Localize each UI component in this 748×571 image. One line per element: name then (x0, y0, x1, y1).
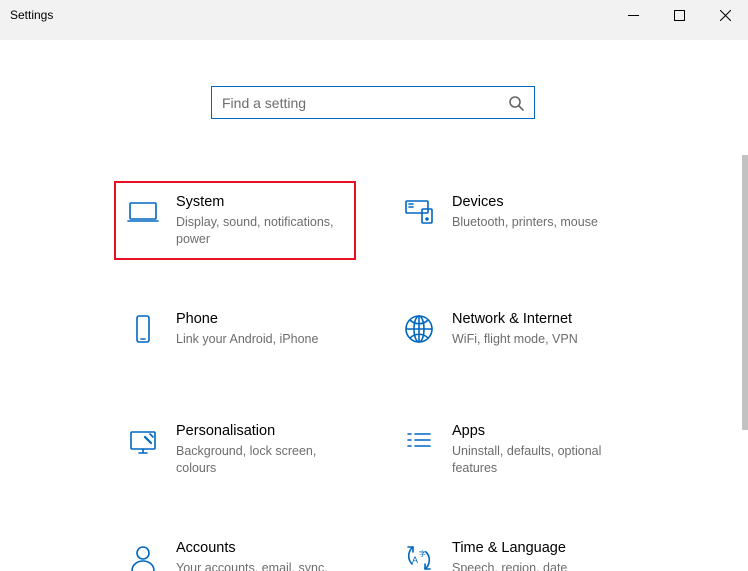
tile-devices[interactable]: Devices Bluetooth, printers, mouse (390, 181, 632, 260)
network-icon (402, 312, 436, 346)
tile-description: Background, lock screen, colours (176, 443, 342, 477)
minimize-button[interactable] (610, 0, 656, 30)
subbar (0, 30, 748, 40)
system-icon (126, 195, 160, 229)
window-title: Settings (10, 8, 53, 22)
tile-title: Time & Language (452, 539, 567, 557)
window-controls (610, 0, 748, 30)
time-language-icon (402, 541, 436, 571)
tile-description: Your accounts, email, sync, work, family (176, 560, 342, 571)
tile-accounts[interactable]: Accounts Your accounts, email, sync, work… (114, 527, 356, 571)
tile-description: WiFi, flight mode, VPN (452, 331, 578, 348)
tile-description: Speech, region, date (452, 560, 567, 571)
category-grid: System Display, sound, notifications, pow… (114, 181, 632, 571)
tile-title: Network & Internet (452, 310, 578, 328)
titlebar: Settings (0, 0, 748, 30)
search-input[interactable] (222, 95, 508, 111)
main-pane: System Display, sound, notifications, pow… (0, 40, 748, 571)
tile-title: Devices (452, 193, 598, 211)
tile-title: Apps (452, 422, 618, 440)
search-box[interactable] (211, 86, 535, 119)
tile-personalisation[interactable]: Personalisation Background, lock screen, … (114, 410, 356, 489)
tile-title: Accounts (176, 539, 342, 557)
search-icon (508, 95, 524, 111)
tile-description: Display, sound, notifications, power (176, 214, 342, 248)
tile-description: Bluetooth, printers, mouse (452, 214, 598, 231)
tile-description: Uninstall, defaults, optional features (452, 443, 618, 477)
tile-title: Phone (176, 310, 318, 328)
close-button[interactable] (702, 0, 748, 30)
tile-phone[interactable]: Phone Link your Android, iPhone (114, 298, 356, 372)
tile-time-language[interactable]: Time & Language Speech, region, date (390, 527, 632, 571)
tile-description: Link your Android, iPhone (176, 331, 318, 348)
apps-icon (402, 424, 436, 458)
personalisation-icon (126, 424, 160, 458)
tile-network[interactable]: Network & Internet WiFi, flight mode, VPN (390, 298, 632, 372)
scrollbar[interactable] (742, 155, 748, 430)
accounts-icon (126, 541, 160, 571)
devices-icon (402, 195, 436, 229)
tile-apps[interactable]: Apps Uninstall, defaults, optional featur… (390, 410, 632, 489)
maximize-button[interactable] (656, 0, 702, 30)
phone-icon (126, 312, 160, 346)
tile-system[interactable]: System Display, sound, notifications, pow… (114, 181, 356, 260)
tile-title: System (176, 193, 342, 211)
tile-title: Personalisation (176, 422, 342, 440)
